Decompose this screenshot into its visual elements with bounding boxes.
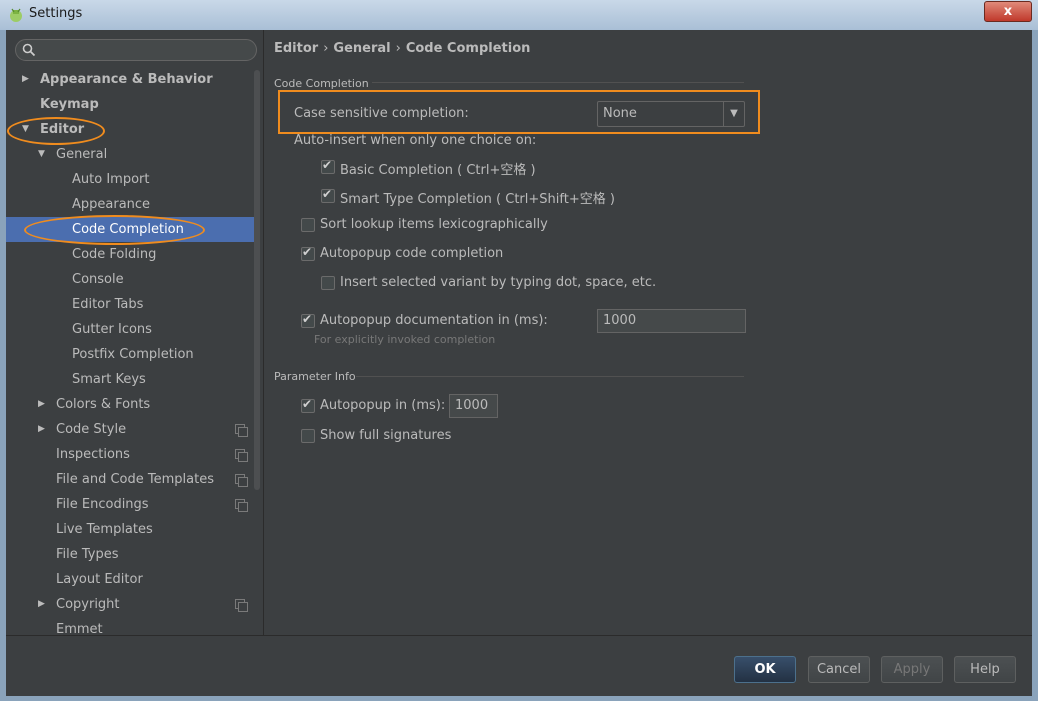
param-autopopup-checkbox[interactable]	[301, 397, 315, 413]
project-settings-icon	[235, 499, 248, 512]
tree-item-file-code-templates[interactable]: File and Code Templates	[6, 467, 263, 492]
case-sensitive-highlight-box	[278, 90, 760, 134]
close-button[interactable]: x	[984, 1, 1032, 22]
autopopup-doc-checkbox[interactable]	[301, 312, 315, 328]
project-settings-icon	[235, 449, 248, 462]
sort-lexicographically-label: Sort lookup items lexicographically	[320, 217, 548, 232]
tree-item-copyright[interactable]: ▶ Copyright	[6, 592, 263, 617]
show-full-signatures-checkbox[interactable]	[301, 429, 315, 443]
tree-item-colors-fonts[interactable]: ▶ Colors & Fonts	[6, 392, 263, 417]
apply-button[interactable]: Apply	[881, 656, 943, 683]
autopopup-doc-label: Autopopup documentation in (ms):	[320, 313, 548, 328]
collapse-arrow-icon[interactable]: ▼	[38, 142, 45, 167]
expand-arrow-icon[interactable]: ▶	[38, 592, 45, 617]
param-autopopup-label: Autopopup in (ms):	[320, 398, 446, 413]
window-title: Settings	[29, 6, 83, 21]
tree-item-inspections[interactable]: Inspections	[6, 442, 263, 467]
insert-selected-variant-checkbox[interactable]	[321, 276, 335, 290]
auto-insert-label: Auto-insert when only one choice on:	[294, 133, 537, 148]
tree-item-gutter-icons[interactable]: Gutter Icons	[6, 317, 263, 342]
ok-button[interactable]: OK	[734, 656, 796, 683]
tree-item-appearance-behavior[interactable]: ▶ Appearance & Behavior	[6, 67, 263, 92]
tree-item-layout-editor[interactable]: Layout Editor	[6, 567, 263, 592]
project-settings-icon	[235, 424, 248, 437]
android-studio-icon	[10, 8, 22, 22]
param-autopopup-input[interactable]: 1000	[449, 394, 498, 418]
tree-item-appearance[interactable]: Appearance	[6, 192, 263, 217]
settings-dialog: ▶ Appearance & Behavior Keymap ▼ Editor …	[6, 30, 1032, 696]
show-full-signatures-label: Show full signatures	[320, 428, 452, 443]
section-title-code-completion: Code Completion	[274, 77, 369, 90]
tree-item-general[interactable]: ▼ General	[6, 142, 263, 167]
section-divider	[372, 82, 744, 83]
insert-selected-variant-label: Insert selected variant by typing dot, s…	[340, 275, 657, 290]
title-bar: Settings x	[0, 0, 1038, 30]
cancel-button[interactable]: Cancel	[808, 656, 870, 683]
search-icon	[22, 43, 36, 57]
tree-item-console[interactable]: Console	[6, 267, 263, 292]
project-settings-icon	[235, 474, 248, 487]
search-input[interactable]	[15, 39, 257, 61]
tree-item-editor-tabs[interactable]: Editor Tabs	[6, 292, 263, 317]
basic-completion-checkbox[interactable]	[321, 158, 335, 174]
section-title-parameter-info: Parameter Info	[274, 370, 356, 383]
tree-item-auto-import[interactable]: Auto Import	[6, 167, 263, 192]
tree-item-file-types[interactable]: File Types	[6, 542, 263, 567]
autopopup-doc-input[interactable]: 1000	[597, 309, 746, 333]
tree-item-file-encodings[interactable]: File Encodings	[6, 492, 263, 517]
editor-highlight-oval	[7, 117, 105, 145]
expand-arrow-icon[interactable]: ▶	[38, 392, 45, 417]
section-divider	[356, 376, 744, 377]
tree-item-code-style[interactable]: ▶ Code Style	[6, 417, 263, 442]
tree-item-live-templates[interactable]: Live Templates	[6, 517, 263, 542]
tree-item-keymap[interactable]: Keymap	[6, 92, 263, 117]
tree-item-code-folding[interactable]: Code Folding	[6, 242, 263, 267]
settings-content: Editor › General › Code Completion Code Comp…	[264, 30, 1032, 635]
tree-item-smart-keys[interactable]: Smart Keys	[6, 367, 263, 392]
tree-item-emmet[interactable]: Emmet	[6, 617, 263, 635]
basic-completion-label: Basic Completion ( Ctrl+空格 )	[340, 163, 536, 178]
project-settings-icon	[235, 599, 248, 612]
autopopup-code-label: Autopopup code completion	[320, 246, 504, 261]
tree-item-postfix-completion[interactable]: Postfix Completion	[6, 342, 263, 367]
dialog-footer: OK Cancel Apply Help	[6, 635, 1032, 696]
sort-lexicographically-checkbox[interactable]	[301, 218, 315, 232]
smart-type-completion-checkbox[interactable]	[321, 187, 335, 203]
autopopup-code-checkbox[interactable]	[301, 245, 315, 261]
settings-tree: ▶ Appearance & Behavior Keymap ▼ Editor …	[6, 30, 264, 635]
expand-arrow-icon[interactable]: ▶	[22, 67, 29, 92]
expand-arrow-icon[interactable]: ▶	[38, 417, 45, 442]
breadcrumb: Editor › General › Code Completion	[274, 41, 531, 56]
help-button[interactable]: Help	[954, 656, 1016, 683]
smart-type-completion-label: Smart Type Completion ( Ctrl+Shift+空格 )	[340, 192, 615, 207]
autopopup-doc-hint: For explicitly invoked completion	[314, 333, 496, 346]
code-completion-highlight-oval	[24, 215, 205, 245]
